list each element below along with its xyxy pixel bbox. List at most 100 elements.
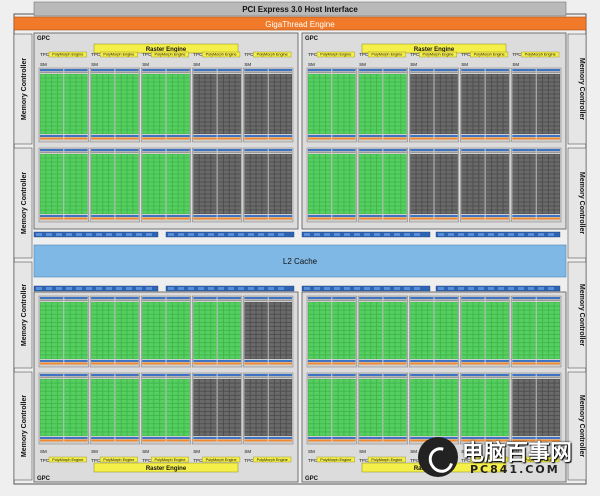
cuda-core [308,106,314,110]
sm-texture-bar [485,217,509,220]
cuda-core [280,158,286,162]
cuda-core [401,210,407,214]
sm-instruction-bar [40,149,64,151]
cuda-core [211,126,217,130]
cuda-core [446,355,452,359]
cuda-core [486,154,492,158]
cuda-core [359,428,365,432]
cuda-core [166,306,172,310]
cuda-core [76,322,82,327]
cuda-core [286,210,292,214]
cuda-core [250,194,256,198]
cuda-core [223,190,229,194]
cuda-core [166,318,172,322]
sm-dispatch-bar [217,376,241,378]
cuda-core [344,399,350,404]
sm-instruction-bar [410,69,434,71]
cuda-core [410,114,416,118]
cuda-core [416,318,422,322]
cuda-core [127,174,133,178]
cuda-core [422,110,428,114]
cuda-core [244,411,250,416]
cuda-core [359,306,365,310]
cuda-core [205,78,211,82]
cuda-core [530,82,536,86]
cuda-core [461,154,467,158]
cuda-core [503,174,509,178]
cuda-core [554,166,560,170]
sm-dispatch-bar [193,299,217,301]
cuda-core [286,90,292,94]
cuda-core [82,178,88,182]
cuda-core [395,86,401,90]
crossbar-cell [538,287,544,290]
cuda-core [274,182,280,186]
sm-loadstore-bar [217,215,241,217]
cuda-core [479,178,485,182]
cuda-core [389,379,395,383]
cuda-core [235,416,241,420]
cuda-core [160,110,166,114]
cuda-core [383,411,389,416]
cuda-core [542,158,548,162]
cuda-core [428,314,434,318]
cuda-core [314,182,320,186]
sm-label: SM [308,449,315,454]
cuda-core [160,379,166,383]
cuda-core [371,391,377,395]
cuda-core [91,395,97,399]
cuda-core [401,110,407,114]
cuda-core [308,206,314,210]
cuda-core [446,416,452,420]
sm-dispatch-bar [268,71,292,73]
cuda-core [229,118,235,122]
cuda-core [344,391,350,395]
cuda-core [503,118,509,122]
cuda-core [308,110,314,114]
cuda-core [82,98,88,102]
cuda-core [148,106,154,110]
cuda-core [274,190,280,194]
sm-texture-bar [383,217,407,220]
cuda-core [142,74,148,78]
sm-texture-bar [461,362,485,365]
cuda-core [142,330,148,335]
cuda-core [121,206,127,210]
cuda-core [491,318,497,322]
cuda-core [103,154,109,158]
cuda-core [389,399,395,404]
cuda-core [479,330,485,335]
cuda-core [250,428,256,432]
cuda-core [235,411,241,416]
cuda-core [52,86,58,90]
cuda-core [160,399,166,404]
cuda-core [332,310,338,314]
cuda-core [479,314,485,318]
cuda-core [70,106,76,110]
sm-dispatch-bar [64,151,88,153]
cuda-core [537,102,543,106]
cuda-core [446,347,452,351]
cuda-core [193,314,199,318]
cuda-core [229,102,235,106]
gpu-block-diagram: PCI Express 3.0 Host Interface GigaThread… [0,0,600,491]
cuda-core [395,182,401,186]
cuda-core [440,110,446,114]
cuda-core [52,194,58,198]
cuda-core [389,403,395,408]
sm-label: SM [244,62,251,67]
cuda-core [184,347,190,351]
cuda-core [108,379,114,383]
sm-instruction-bar [512,69,536,71]
cuda-core [46,314,52,318]
cuda-core [383,206,389,210]
sm-instruction-bar [64,374,88,376]
cuda-core [133,86,139,90]
cuda-core [205,166,211,170]
cuda-core [428,302,434,306]
cuda-core [148,178,154,182]
cuda-core [461,351,467,355]
cuda-core [416,130,422,134]
sm-dispatch-bar [461,151,485,153]
cuda-core [64,391,70,395]
